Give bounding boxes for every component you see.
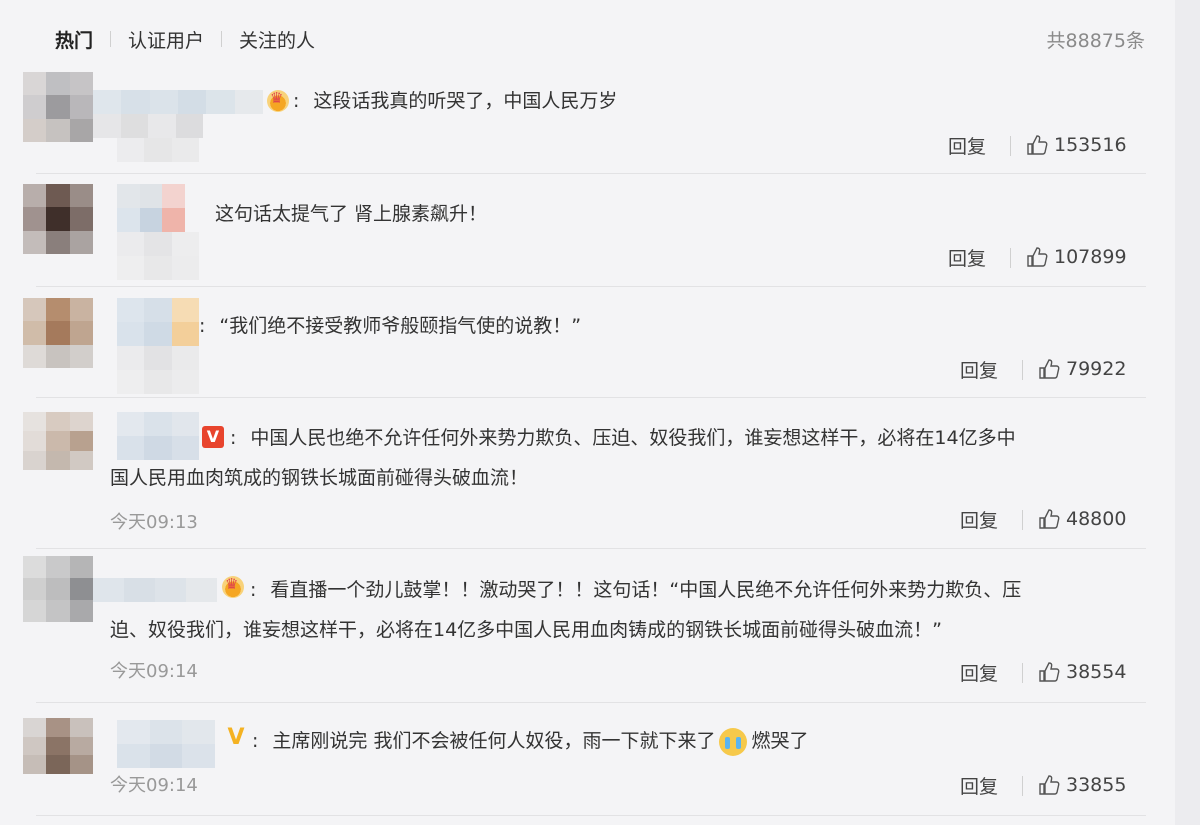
meta-blurred <box>117 744 216 768</box>
thumbs-up-icon <box>1039 775 1060 795</box>
tab-hot[interactable]: 热门 <box>55 26 93 53</box>
reply-button[interactable]: 回复 <box>948 244 986 271</box>
tab-divider <box>110 31 112 47</box>
comment-timestamp: 今天09:14 <box>110 775 198 796</box>
comment-divider <box>36 397 1146 398</box>
comment-divider <box>36 815 1146 816</box>
meta-blurred <box>117 322 199 346</box>
meta-blurred <box>117 232 199 256</box>
tab-divider <box>221 31 223 47</box>
comment-divider <box>36 286 1146 287</box>
avatar[interactable] <box>23 718 93 774</box>
comment-timestamp: 今天09:14 <box>110 661 198 682</box>
username-blurred[interactable] <box>117 412 199 436</box>
crown-badge-icon <box>267 89 289 112</box>
comment-timestamp: 今天09:13 <box>110 512 198 533</box>
like-count: 107899 <box>1054 246 1127 268</box>
like-count: 48800 <box>1066 508 1127 530</box>
like-button[interactable]: 48800 <box>1038 508 1126 530</box>
like-count: 153516 <box>1054 134 1127 156</box>
comment-text: : 看直播一个劲儿鼓掌！！激动哭了！！这句话！“中国人民绝不允许任何外来势力欺负、… <box>250 579 1022 601</box>
avatar[interactable] <box>23 184 93 254</box>
like-button[interactable]: 79922 <box>1038 358 1126 380</box>
comment-text-continued: 迫、奴役我们，谁妄想这样干，必将在14亿多中国人民用血肉铸成的钢铁长城面前碰得头… <box>110 619 943 641</box>
meta-blurred <box>117 208 186 232</box>
meta-blurred <box>117 138 199 162</box>
like-button[interactable]: 107899 <box>1026 246 1127 268</box>
thumbs-up-icon <box>1027 247 1048 267</box>
meta-blurred <box>117 370 199 394</box>
avatar[interactable] <box>23 412 93 470</box>
comment-panel: 热门 认证用户 关注的人 共88875条 :这段话我真的听哭了，中国人民万岁 回… <box>0 0 1175 825</box>
thumbs-up-icon <box>1039 662 1060 682</box>
thumbs-up-icon <box>1039 509 1060 529</box>
username-blurred[interactable] <box>93 578 217 602</box>
like-button[interactable]: 38554 <box>1038 661 1126 683</box>
tab-verified-users[interactable]: 认证用户 <box>128 26 204 53</box>
comment-text: : 主席刚说完 我们不会被任何人奴役，雨一下就下来了 燃哭了 <box>252 721 808 761</box>
action-divider <box>1022 776 1023 796</box>
action-divider <box>1010 248 1011 268</box>
meta-blurred <box>117 436 199 460</box>
comment-divider <box>36 702 1146 703</box>
action-divider <box>1022 510 1023 530</box>
meta-blurred <box>117 346 199 370</box>
reply-button[interactable]: 回复 <box>960 356 998 383</box>
username-blurred[interactable] <box>117 298 199 322</box>
verified-v-icon: V <box>227 725 245 750</box>
reply-button[interactable]: 回复 <box>960 659 998 686</box>
username-blurred[interactable] <box>117 720 216 744</box>
avatar[interactable] <box>23 298 93 368</box>
comment-divider <box>36 548 1146 549</box>
meta-blurred <box>93 114 203 138</box>
like-button[interactable]: 153516 <box>1026 134 1127 156</box>
page-margin <box>1175 0 1200 825</box>
comment-text: : 中国人民也绝不允许任何外来势力欺负、压迫、奴役我们，谁妄想这样干，必将在14亿… <box>230 427 1016 449</box>
action-divider <box>1022 663 1023 683</box>
thumbs-up-icon <box>1027 135 1048 155</box>
crying-emoji-icon <box>719 727 748 756</box>
like-count: 33855 <box>1066 774 1127 796</box>
action-divider <box>1010 136 1011 156</box>
total-comment-count: 共88875条 <box>1046 30 1145 52</box>
like-count: 79922 <box>1066 358 1127 380</box>
thumbs-up-icon <box>1039 359 1060 379</box>
like-button[interactable]: 33855 <box>1038 774 1126 796</box>
tab-following[interactable]: 关注的人 <box>239 26 315 53</box>
reply-button[interactable]: 回复 <box>948 132 986 159</box>
username-blurred[interactable] <box>93 90 263 114</box>
avatar[interactable] <box>23 72 93 142</box>
comment-text: : “我们绝不接受教师爷般颐指气使的说教！” <box>199 315 582 337</box>
crown-badge-icon <box>222 575 244 598</box>
reply-button[interactable]: 回复 <box>960 506 998 533</box>
comment-text: 这句话太提气了 肾上腺素飙升！ <box>215 203 488 225</box>
like-count: 38554 <box>1066 661 1127 683</box>
verified-v-icon: V <box>202 426 224 448</box>
comment-text: : 这段话我真的听哭了，中国人民万岁 <box>293 90 618 112</box>
comment-divider <box>36 173 1146 174</box>
meta-blurred <box>117 256 199 280</box>
comment-filter-tabs: 热门 认证用户 关注的人 <box>55 24 315 54</box>
comment-text-continued: 国人民用血肉筑成的钢铁长城面前碰得头破血流！ <box>110 467 529 489</box>
action-divider <box>1022 360 1023 380</box>
avatar[interactable] <box>23 556 93 622</box>
reply-button[interactable]: 回复 <box>960 772 998 799</box>
username-blurred[interactable] <box>117 184 186 208</box>
